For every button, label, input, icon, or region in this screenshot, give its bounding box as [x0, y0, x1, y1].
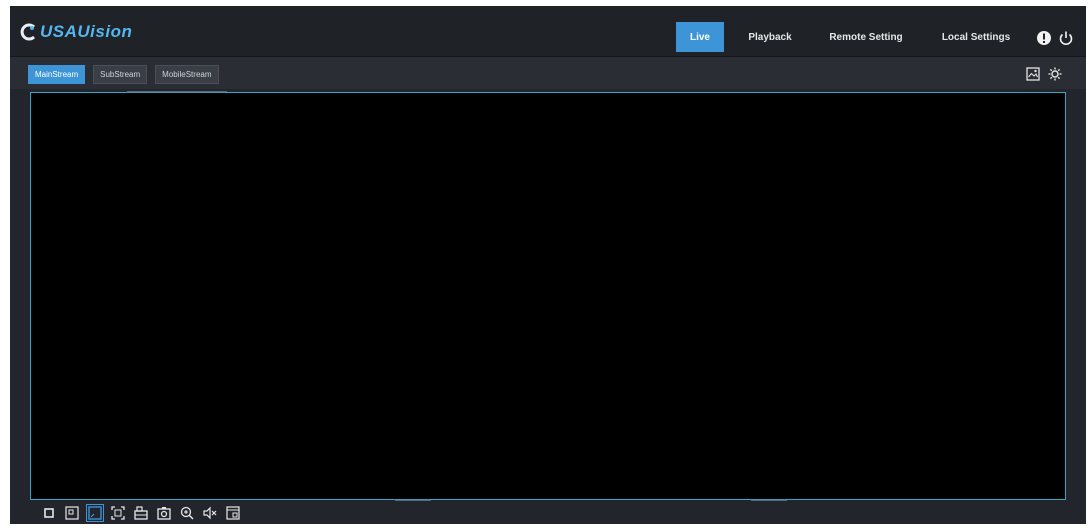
nav-remote-setting[interactable]: Remote Setting [814, 22, 918, 52]
window-layout-icon[interactable] [65, 506, 79, 520]
brand-name: USAUision [40, 22, 133, 41]
nav-playback[interactable]: Playback [734, 22, 806, 52]
zoom-in-icon[interactable] [180, 506, 194, 520]
image-settings-icon[interactable] [1048, 67, 1062, 81]
record-icon[interactable] [134, 506, 148, 520]
info-icon[interactable] [1036, 30, 1052, 46]
tab-substream[interactable]: SubStream [93, 65, 148, 84]
live-tools [42, 504, 249, 522]
nav-live[interactable]: Live [676, 22, 724, 52]
capture-icon[interactable] [157, 506, 171, 520]
stretch-icon[interactable] [111, 506, 125, 520]
power-icon[interactable] [1058, 30, 1074, 46]
main-nav: Live Playback Remote Setting Local Setti… [676, 22, 1034, 52]
video-border-highlight [395, 499, 431, 501]
stream-tabs: MainStream SubStream MobileStream [28, 65, 227, 84]
extra-window-icon[interactable] [226, 506, 240, 520]
mute-icon[interactable] [203, 506, 217, 520]
video-border-highlight [751, 499, 787, 501]
stream-toolbar-actions [1026, 67, 1070, 81]
video-border-highlight [127, 91, 227, 93]
tab-mobilestream[interactable]: MobileStream [155, 65, 219, 84]
app-window: USAUision Live Playback Remote Setting L… [10, 6, 1086, 524]
brand-logo: USAUision [20, 20, 132, 44]
fullscreen-view-icon[interactable] [86, 504, 104, 522]
nav-local-settings[interactable]: Local Settings [926, 22, 1026, 52]
live-video-view[interactable] [30, 91, 1066, 501]
top-header: USAUision Live Playback Remote Setting L… [10, 6, 1086, 57]
stream-toolbar: MainStream SubStream MobileStream [10, 57, 1086, 89]
single-screen-icon[interactable] [42, 506, 56, 520]
snapshot-gallery-icon[interactable] [1026, 67, 1040, 81]
header-actions [1036, 30, 1080, 46]
bottom-toolbar [10, 502, 1086, 524]
logo-mark-icon [20, 23, 38, 41]
tab-mainstream[interactable]: MainStream [28, 65, 86, 84]
